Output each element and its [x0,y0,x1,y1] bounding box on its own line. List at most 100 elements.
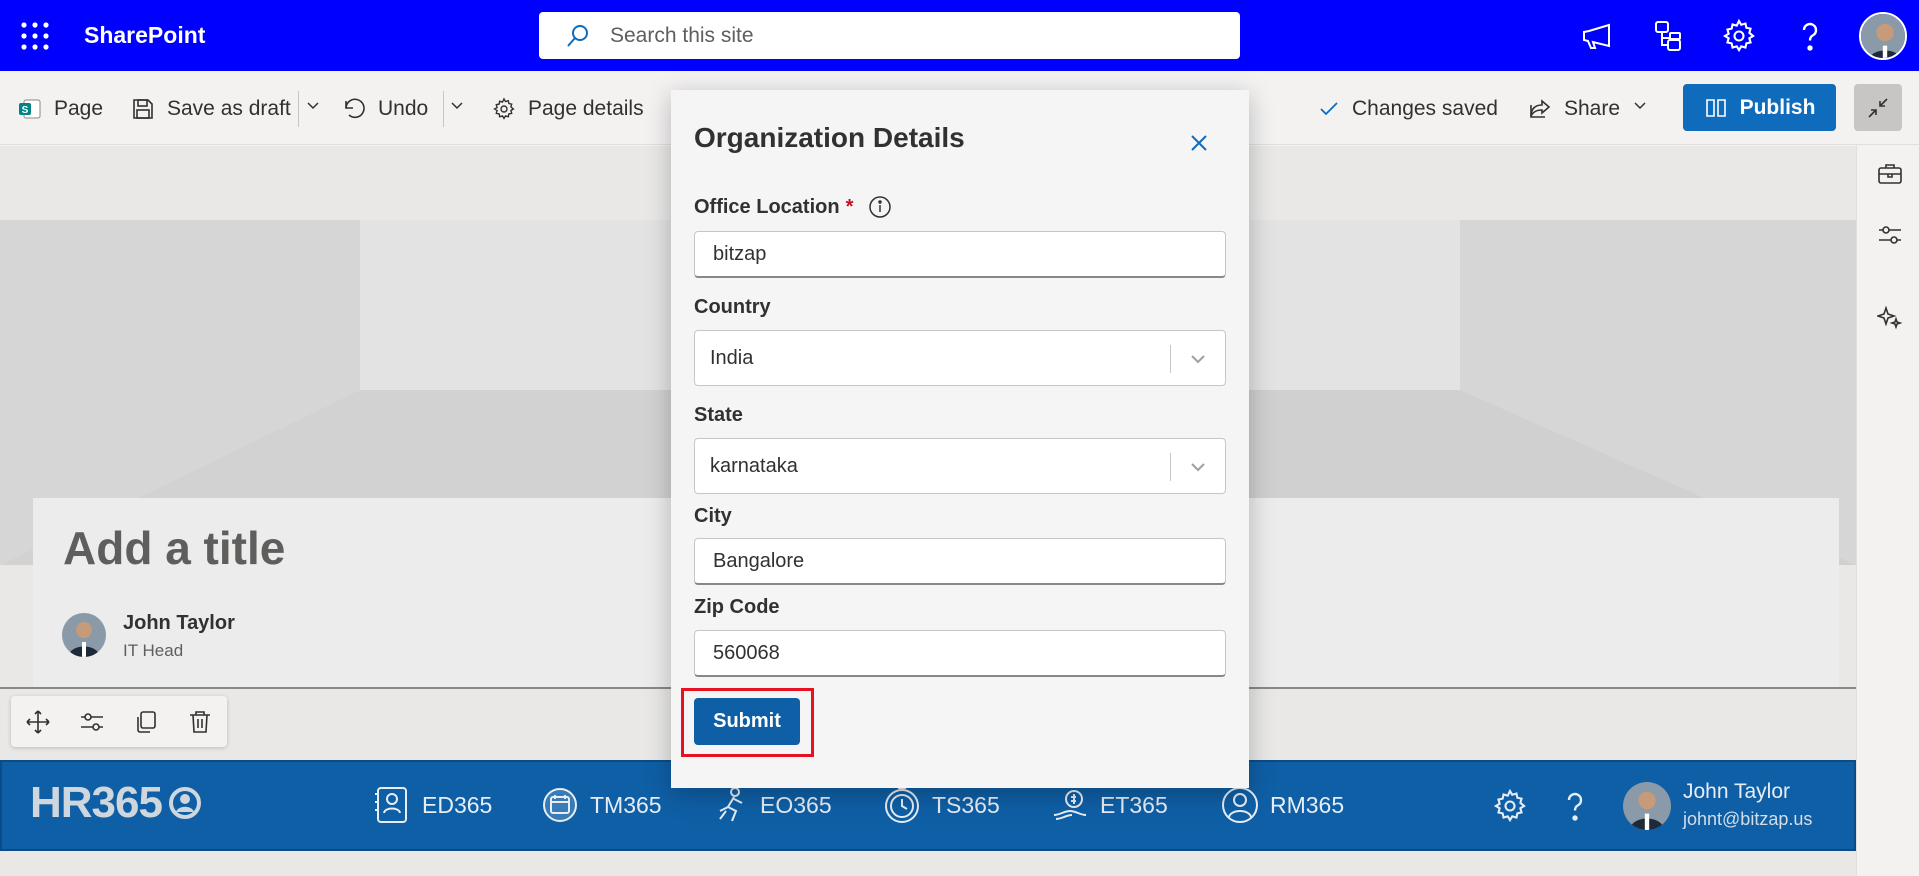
share-button[interactable]: Share [1528,93,1620,125]
hr-app-label: ET365 [1100,791,1168,818]
save-icon [133,99,153,119]
save-as-draft-label: Save as draft [167,97,291,120]
collapse-icon[interactable] [1854,84,1902,131]
hr-app-rm365[interactable]: RM365 [1220,785,1344,825]
close-icon[interactable] [1184,128,1214,158]
app-launcher-icon[interactable] [18,19,52,53]
hr-user-name: John Taylor [1683,780,1791,803]
hr-app-label: RM365 [1270,791,1345,818]
office-location-label: Office Location * [694,194,893,220]
app-name[interactable]: SharePoint [84,22,205,49]
search-box[interactable]: Search this site [539,12,1240,59]
hr-help-icon[interactable] [1560,788,1590,824]
hr365-logo[interactable]: HR365 [30,778,202,828]
hr-app-label: ED365 [422,791,493,818]
hr-app-tm365[interactable]: TM365 [540,785,662,825]
hr-user-email: johnt@bitzap.us [1683,809,1813,829]
page-details-label: Page details [528,97,644,120]
office-location-input[interactable]: bitzap [694,231,1226,278]
author-role: IT Head [123,641,184,660]
hr-app-ts365[interactable]: TS365 [882,785,1000,825]
properties-icon[interactable] [1877,222,1903,248]
toolbox-icon[interactable] [1877,161,1903,187]
right-rail [1856,145,1919,876]
state-selected-value: karnataka [710,454,798,477]
megaphone-icon[interactable] [1579,18,1615,54]
page-title[interactable]: Add a title [63,521,285,575]
publish-label: Publish [1739,95,1816,119]
move-icon[interactable] [25,709,51,735]
author-avatar [62,613,106,657]
share-icon [1530,99,1551,118]
required-mark: * [845,195,854,218]
page-label: Page [54,97,104,120]
hr-app-ed365[interactable]: ED365 [372,785,492,825]
checkmark-icon [1320,102,1338,116]
duplicate-icon[interactable] [133,709,159,735]
search-placeholder: Search this site [610,24,754,47]
divider [1170,453,1171,481]
submit-button[interactable]: Submit [694,698,800,745]
undo-options-chevron-icon[interactable] [449,97,465,113]
org-chart-icon[interactable] [1650,18,1686,54]
help-icon[interactable] [1795,18,1831,54]
info-icon[interactable] [867,194,893,220]
zip-code-label: Zip Code [694,596,780,618]
zip-code-input[interactable]: 560068 [694,630,1226,677]
divider [443,91,444,127]
chevron-down-icon[interactable] [1187,456,1209,478]
hr-app-label: TS365 [932,791,1000,818]
hr365-logo-text: HR365 [30,778,163,827]
office-location-label-text: Office Location [694,195,840,218]
author-name: John Taylor [123,612,235,634]
share-label: Share [1564,97,1621,120]
gear-icon [493,97,515,120]
page-bottom [0,851,1856,876]
recruitment-icon [1222,787,1258,823]
sharepoint-page-icon: S [19,99,41,119]
time-management-icon [543,788,577,822]
delete-icon[interactable] [187,709,213,735]
edit-properties-icon[interactable] [79,709,105,735]
city-input[interactable]: Bangalore [694,538,1226,585]
country-label: Country [694,296,771,318]
divider [1170,345,1171,373]
hr-user-avatar[interactable] [1623,782,1671,830]
settings-icon[interactable] [1721,18,1757,54]
hr-app-label: TM365 [590,791,662,818]
expense-tracker-icon [1053,790,1087,820]
country-dropdown[interactable]: India [694,330,1226,386]
status-label: Changes saved [1352,97,1498,120]
country-selected-value: India [710,346,754,369]
undo-label: Undo [378,97,429,120]
save-as-draft-button[interactable]: Save as draft [131,93,291,125]
employee-directory-icon [375,787,407,823]
hr-settings-icon[interactable] [1492,788,1528,824]
city-label: City [694,505,732,527]
state-label: State [694,404,743,426]
timesheet-icon [885,787,919,823]
svg-text:S: S [22,105,29,116]
page-details-button[interactable]: Page details [492,93,644,125]
design-ideas-icon[interactable] [1877,305,1903,331]
hr-app-label: EO365 [760,791,832,818]
webpart-toolbar [11,696,227,747]
undo-button[interactable]: Undo [342,93,428,125]
user-avatar[interactable] [1859,12,1907,60]
page-button[interactable]: S Page [18,93,103,125]
chevron-down-icon[interactable] [1187,348,1209,370]
onboarding-icon [719,787,743,822]
save-options-chevron-icon[interactable] [305,97,321,113]
hr365-logo-icon [168,787,201,819]
hr-app-eo365[interactable]: EO365 [710,785,832,825]
undo-icon [345,98,365,119]
search-icon [565,23,591,49]
hr-app-et365[interactable]: ET365 [1050,785,1168,825]
dialog-title: Organization Details [694,122,965,153]
publish-button[interactable]: Publish [1683,84,1836,131]
state-dropdown[interactable]: karnataka [694,438,1226,494]
changes-saved-status: Changes saved [1318,93,1498,125]
book-icon [1705,98,1726,117]
divider [298,91,299,127]
share-options-chevron-icon[interactable] [1632,97,1648,113]
